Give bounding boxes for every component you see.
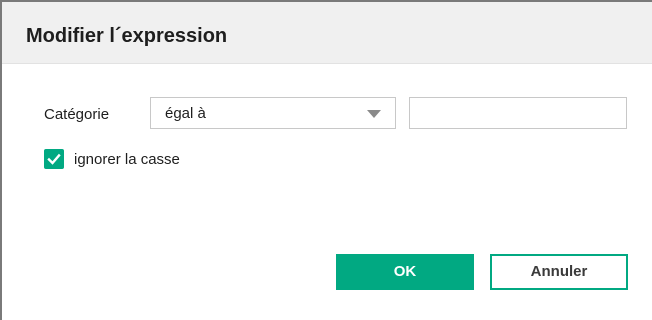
operator-select[interactable]: égal à [150, 97, 396, 129]
checkmark-icon [47, 153, 61, 165]
chevron-down-icon [367, 110, 381, 118]
edit-expression-dialog: Modifier l´expression Catégorie égal à i… [0, 0, 652, 320]
value-input[interactable] [409, 97, 627, 129]
ok-button[interactable]: OK [336, 254, 474, 290]
dialog-title: Modifier l´expression [26, 25, 228, 47]
ignore-case-label: ignorer la casse [74, 151, 180, 168]
category-label: Catégorie [44, 106, 110, 123]
cancel-button[interactable]: Annuler [490, 254, 628, 290]
operator-select-value: égal à [165, 105, 206, 122]
dialog-header: Modifier l´expression [2, 2, 652, 64]
ignore-case-checkbox[interactable] [44, 149, 64, 169]
